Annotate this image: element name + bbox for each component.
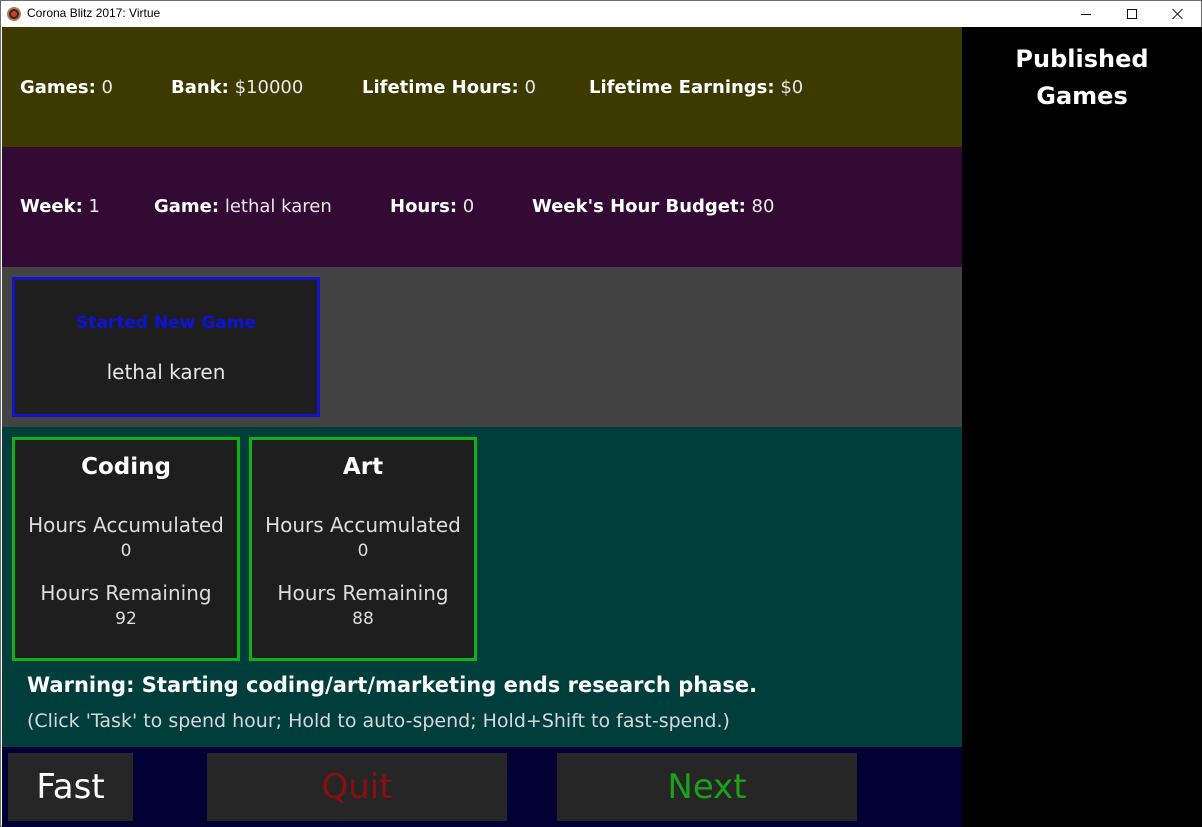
games-value: 0 (101, 77, 113, 98)
hours-value: 0 (462, 196, 475, 217)
game-value: lethal karen (224, 196, 332, 217)
task-card-art[interactable]: Art Hours Accumulated 0 Hours Remaining … (249, 437, 477, 661)
game-label: Game: (154, 196, 220, 217)
hours-remaining-label: Hours Remaining (277, 581, 449, 605)
week-label: Week: (20, 196, 83, 217)
hours-accumulated-value: 0 (120, 541, 132, 561)
week-bar: Week: 1 Game: lethal karen Hours: 0 Week… (2, 147, 962, 267)
quit-button[interactable]: Quit (207, 753, 507, 821)
games-stat: Games: 0 (20, 77, 113, 98)
next-button[interactable]: Next (557, 753, 857, 821)
hours-accumulated-label: Hours Accumulated (28, 513, 224, 537)
hint-message: (Click 'Task' to spend hour; Hold to aut… (27, 710, 730, 732)
lifetime-earnings-stat: Lifetime Earnings: $0 (589, 77, 803, 98)
lifetime-hours-stat: Lifetime Hours: 0 (362, 77, 536, 98)
hours-remaining-value: 88 (352, 609, 374, 629)
game-stat: Game: lethal karen (154, 196, 332, 217)
close-button[interactable] (1155, 1, 1201, 27)
event-title: Started New Game (75, 313, 257, 333)
event-area: Started New Game lethal karen (2, 267, 962, 427)
lifetime-earnings-label: Lifetime Earnings: (589, 77, 775, 98)
lifetime-hours-label: Lifetime Hours: (362, 77, 519, 98)
week-value: 1 (88, 196, 100, 217)
hours-stat: Hours: 0 (390, 196, 474, 217)
week-stat: Week: 1 (20, 196, 100, 217)
app-window: Corona Blitz 2017: Virtue Games: 0 Bank:… (0, 0, 1202, 827)
bank-label: Bank: (171, 77, 229, 98)
title-bar[interactable]: Corona Blitz 2017: Virtue (1, 1, 1201, 27)
hour-budget-stat: Week's Hour Budget: 80 (532, 196, 774, 217)
hours-accumulated-value: 0 (357, 541, 369, 561)
hours-accumulated-label: Hours Accumulated (265, 513, 461, 537)
hour-budget-value: 80 (751, 196, 775, 217)
task-area: Coding Hours Accumulated 0 Hours Remaini… (2, 427, 962, 747)
hours-remaining-value: 92 (115, 609, 137, 629)
lifetime-earnings-value: $0 (780, 77, 804, 98)
published-games-sidebar: Published Games (962, 27, 1202, 827)
hours-label: Hours: (390, 196, 458, 217)
bank-stat: Bank: $10000 (171, 77, 303, 98)
event-card: Started New Game lethal karen (12, 277, 320, 417)
task-title: Art (342, 454, 384, 480)
bank-value: $10000 (234, 77, 304, 98)
maximize-icon (1127, 9, 1137, 19)
app-icon (7, 7, 21, 21)
hours-remaining-label: Hours Remaining (40, 581, 212, 605)
lifetime-hours-value: 0 (524, 77, 536, 98)
task-card-coding[interactable]: Coding Hours Accumulated 0 Hours Remaini… (12, 437, 240, 661)
task-title: Coding (81, 454, 171, 480)
window-title: Corona Blitz 2017: Virtue (27, 6, 161, 20)
close-icon (1172, 8, 1184, 20)
event-subtitle: lethal karen (106, 360, 226, 384)
minimize-button[interactable] (1063, 1, 1109, 27)
published-games-title: Published Games (1015, 45, 1149, 110)
bottom-bar: Fast Quit Next (2, 747, 962, 827)
fast-button[interactable]: Fast (8, 753, 133, 821)
minimize-icon (1081, 13, 1091, 15)
warning-message: Warning: Starting coding/art/marketing e… (27, 673, 758, 697)
stats-bar: Games: 0 Bank: $10000 Lifetime Hours: 0 … (2, 27, 962, 147)
hour-budget-label: Week's Hour Budget: (532, 196, 746, 217)
games-label: Games: (20, 77, 96, 98)
maximize-button[interactable] (1109, 1, 1155, 27)
